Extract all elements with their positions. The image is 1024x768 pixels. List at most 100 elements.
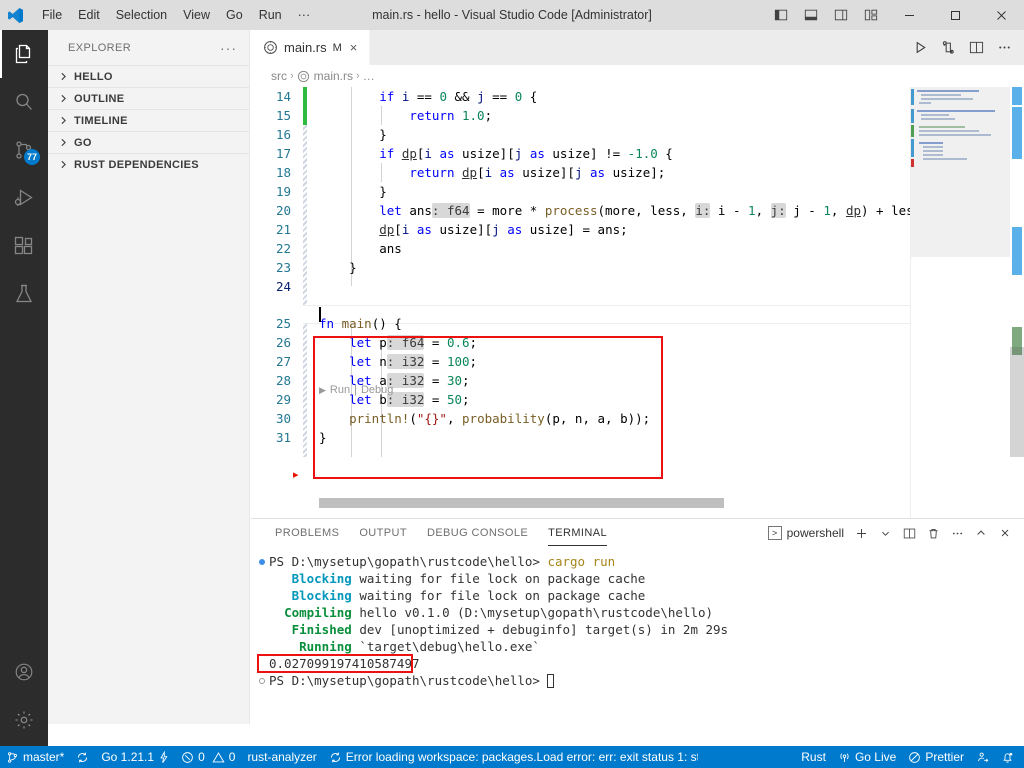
window-close-button[interactable] xyxy=(978,0,1024,30)
breadcrumb-item-main-rs[interactable]: main.rs xyxy=(297,69,353,83)
menu-selection[interactable]: Selection xyxy=(108,0,175,30)
editor-minimap[interactable] xyxy=(910,87,1010,518)
status-problems[interactable]: 0 0 xyxy=(175,746,241,768)
panel-tab-debug-console[interactable]: DEBUG CONSOLE xyxy=(417,519,538,547)
kill-terminal-icon[interactable] xyxy=(922,521,944,545)
codelens-debug-link[interactable]: Debug xyxy=(361,384,393,396)
code-line[interactable]: 16 } xyxy=(251,125,951,144)
prettier-icon xyxy=(908,751,921,764)
customize-layout-icon[interactable] xyxy=(856,0,886,30)
status-rust-analyzer[interactable]: rust-analyzer xyxy=(241,746,322,768)
code-editor[interactable]: 14 if i == 0 && j == 0 {15 return 1.0; 16… xyxy=(251,87,1024,518)
panel-tab-terminal[interactable]: TERMINAL xyxy=(538,519,617,547)
code-line[interactable]: 21 dp[i as usize][j as usize] = ans; xyxy=(251,220,951,239)
status-sync-changes[interactable] xyxy=(70,746,95,768)
status-language-mode[interactable]: Rust xyxy=(795,746,832,768)
terminal-indent xyxy=(269,571,292,586)
activitybar-item-extensions[interactable] xyxy=(0,222,48,270)
split-terminal-icon[interactable] xyxy=(898,521,920,545)
new-terminal-icon[interactable] xyxy=(850,521,872,545)
activitybar-item-manage-settings[interactable] xyxy=(0,696,48,744)
code-token: 0.6 xyxy=(446,335,470,350)
maximize-panel-icon[interactable] xyxy=(970,521,992,545)
menu-go[interactable]: Go xyxy=(218,0,251,30)
code-line[interactable]: 23 } xyxy=(251,258,951,277)
code-line[interactable]: 31} xyxy=(251,428,951,447)
sidebar-more-actions-icon[interactable]: ··· xyxy=(214,40,243,56)
sidebar-section-label: TIMELINE xyxy=(74,114,128,127)
code-line[interactable]: 14 if i == 0 && j == 0 { xyxy=(251,87,951,106)
activitybar-item-explorer[interactable] xyxy=(0,30,48,78)
breadcrumb-item-more[interactable]: … xyxy=(363,69,375,83)
toggle-primary-sidebar-icon[interactable] xyxy=(766,0,796,30)
codelens-run-link[interactable]: Run xyxy=(330,384,350,396)
split-editor-icon[interactable] xyxy=(962,30,990,65)
status-prettier[interactable]: Prettier xyxy=(902,746,970,768)
toggle-secondary-sidebar-icon[interactable] xyxy=(826,0,856,30)
menu-edit[interactable]: Edit xyxy=(70,0,108,30)
code-line[interactable]: 30 println!("{}", probability(p, n, a, b… xyxy=(251,409,951,428)
activitybar-item-run-and-debug[interactable] xyxy=(0,174,48,222)
code-line[interactable]: 15 return 1.0; xyxy=(251,106,951,125)
code-line[interactable]: 27 let n: i32 = 100; xyxy=(251,352,951,371)
panel-more-actions-icon[interactable] xyxy=(946,521,968,545)
sidebar-section-hello[interactable]: HELLO xyxy=(48,65,249,87)
window-maximize-button[interactable] xyxy=(932,0,978,30)
editor-tab-main-rs[interactable]: main.rs M × xyxy=(251,30,371,65)
status-feedback[interactable] xyxy=(970,746,995,768)
code-token: 1 xyxy=(748,203,756,218)
gutter-marker-icon[interactable]: ▸ xyxy=(293,468,299,481)
inlay-hint: : f64 xyxy=(431,203,470,218)
line-number: 17 xyxy=(275,146,291,161)
sidebar-section-timeline[interactable]: TIMELINE xyxy=(48,109,249,131)
breadcrumb-item-src[interactable]: src xyxy=(271,69,287,83)
panel-tab-problems[interactable]: PROBLEMS xyxy=(265,519,349,547)
code-token: (more, less, xyxy=(597,203,696,218)
menu-bar[interactable]: File Edit Selection View Go Run ··· xyxy=(34,0,318,30)
status-go-version[interactable]: Go 1.21.1 xyxy=(95,746,175,768)
minimap-slider[interactable] xyxy=(911,87,1010,257)
terminal-output[interactable]: PS D:\mysetup\gopath\rustcode\hello> car… xyxy=(251,547,1024,747)
terminal-dropdown-icon[interactable] xyxy=(874,521,896,545)
menu-more[interactable]: ··· xyxy=(290,0,319,30)
sidebar-section-outline[interactable]: OUTLINE xyxy=(48,87,249,109)
code-token: dp xyxy=(462,165,478,180)
editor-horizontal-scrollbar[interactable] xyxy=(319,498,724,508)
panel-tab-output[interactable]: OUTPUT xyxy=(349,519,417,547)
line-number: 18 xyxy=(275,165,291,180)
code-token: usize][ xyxy=(514,165,575,180)
line-number: 30 xyxy=(275,411,291,426)
run-button[interactable] xyxy=(906,30,934,65)
status-remote-branch[interactable]: master* xyxy=(0,746,70,768)
status-notifications[interactable] xyxy=(995,746,1024,768)
code-line[interactable]: 19 } xyxy=(251,182,951,201)
sidebar-section-go[interactable]: GO xyxy=(48,131,249,153)
close-panel-icon[interactable] xyxy=(994,521,1016,545)
activitybar-item-testing[interactable] xyxy=(0,270,48,318)
code-line[interactable]: 22 ans xyxy=(251,239,951,258)
activitybar-item-accounts[interactable] xyxy=(0,648,48,696)
toggle-panel-icon[interactable] xyxy=(796,0,826,30)
code-token: , xyxy=(830,203,846,218)
menu-view[interactable]: View xyxy=(175,0,218,30)
terminal-text: hello v0.1.0 (D:\mysetup\gopath\rustcode… xyxy=(351,605,714,620)
source-control-sync-icon[interactable] xyxy=(934,30,962,65)
code-line[interactable]: 20 let ans: f64 = more * process(more, l… xyxy=(251,201,951,220)
sidebar-section-rust-dependencies[interactable]: RUST DEPENDENCIES xyxy=(48,153,249,175)
editor-more-actions-icon[interactable] xyxy=(990,30,1018,65)
activitybar-item-search[interactable] xyxy=(0,78,48,126)
code-line[interactable]: 24 xyxy=(251,277,951,296)
status-workspace-error[interactable]: Error loading workspace: packages.Load e… xyxy=(323,746,698,768)
code-line[interactable]: 17 if dp[i as usize][j as usize] != -1.0… xyxy=(251,144,951,163)
status-go-live[interactable]: Go Live xyxy=(832,746,902,768)
code-line[interactable]: 18 return dp[i as usize][j as usize]; xyxy=(251,163,951,182)
code-line[interactable]: 26 let p: f64 = 0.6; xyxy=(251,333,951,352)
terminal-selector[interactable]: > powershell xyxy=(764,526,848,540)
menu-file[interactable]: File xyxy=(34,0,70,30)
window-minimize-button[interactable] xyxy=(886,0,932,30)
menu-run[interactable]: Run xyxy=(251,0,290,30)
editor-tab-close-icon[interactable]: × xyxy=(348,40,360,55)
activitybar-item-source-control[interactable]: 77 xyxy=(0,126,48,174)
code-line[interactable]: 25 fn main() { xyxy=(251,314,951,333)
editor-vertical-scrollbar-thumb[interactable] xyxy=(1010,347,1024,457)
